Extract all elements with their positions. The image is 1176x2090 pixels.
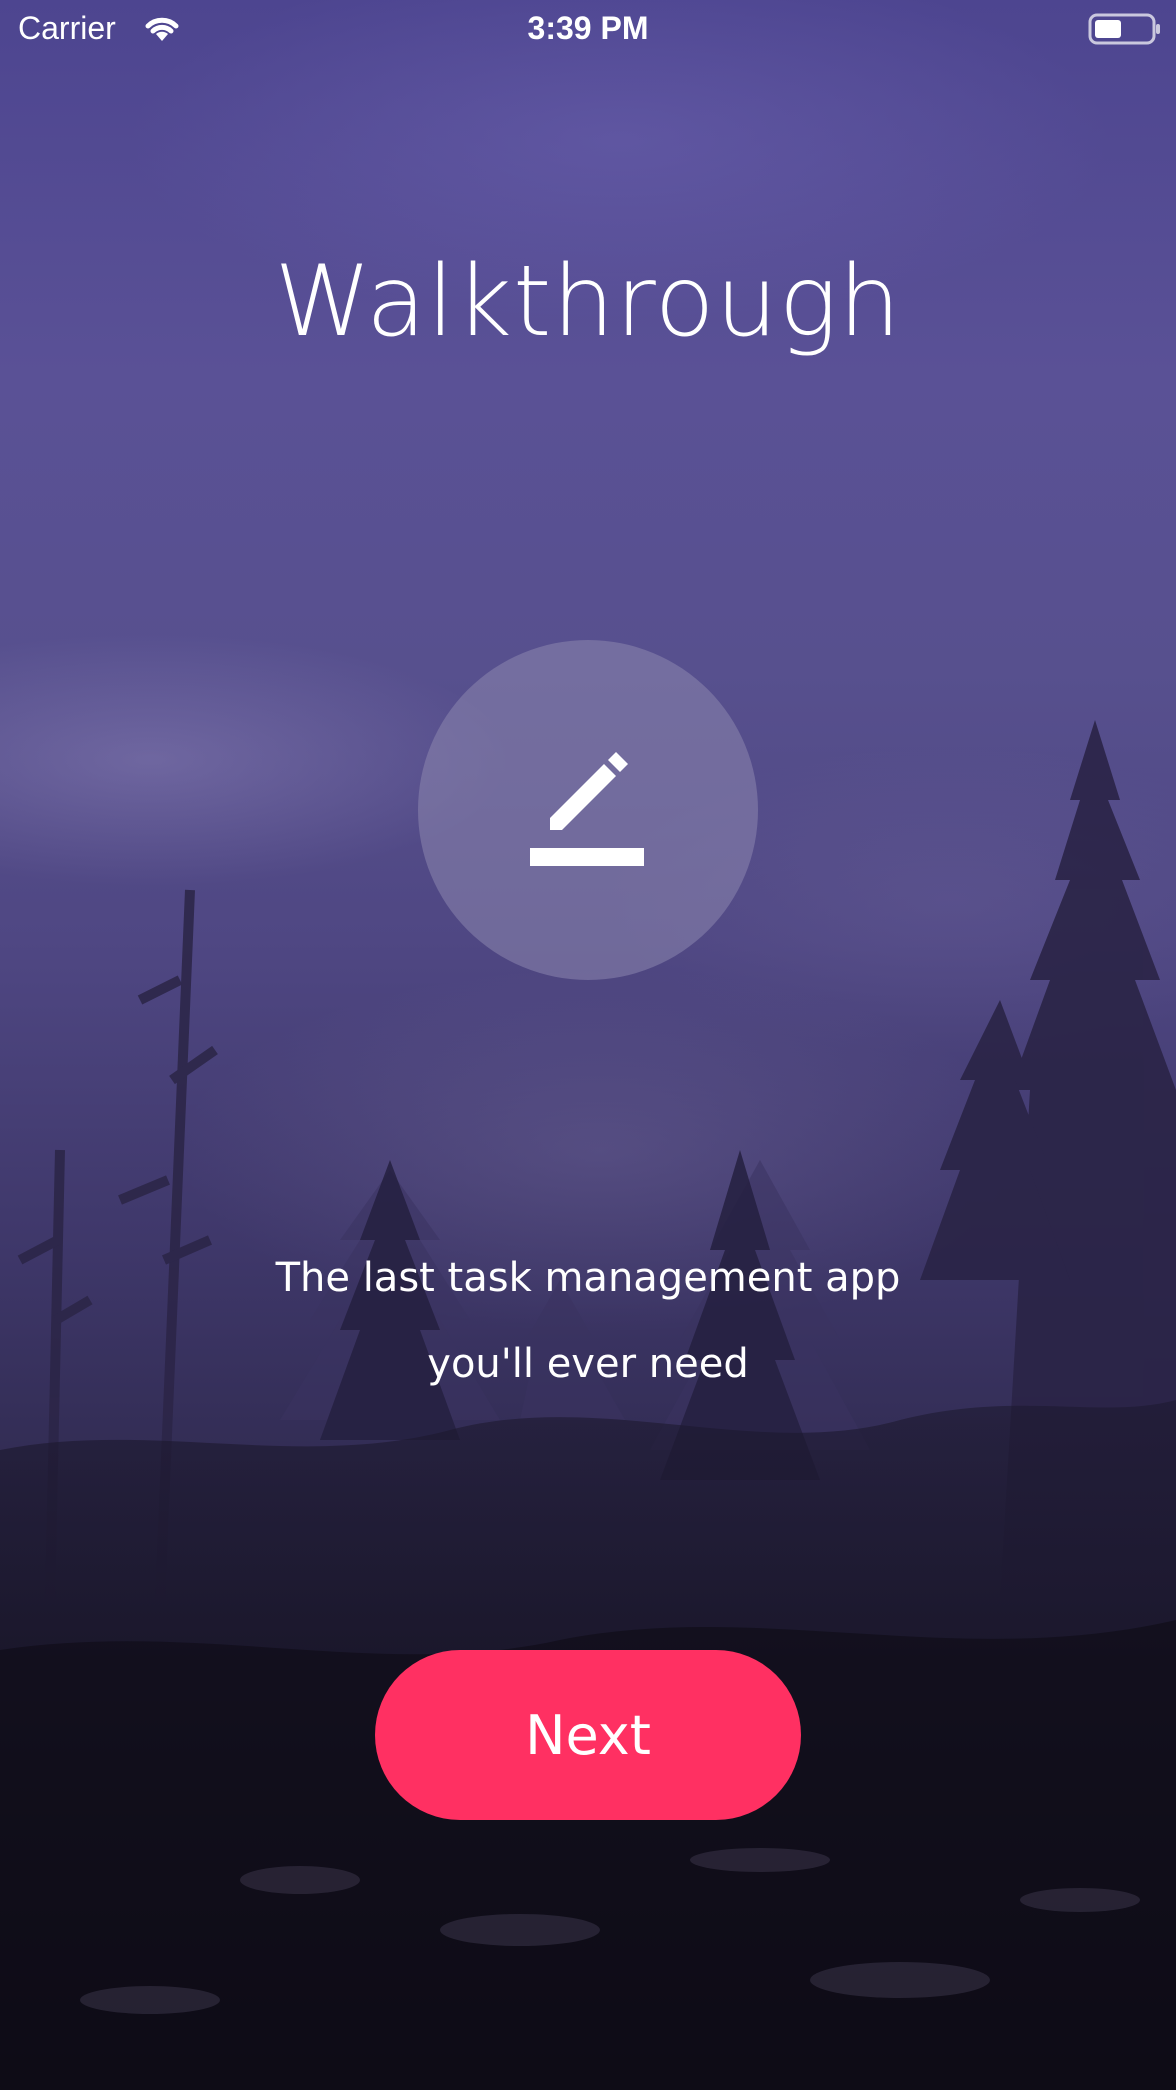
status-bar: Carrier 3:39 PM: [0, 0, 1176, 60]
walkthrough-description: The last task management app you'll ever…: [0, 1235, 1176, 1407]
next-button[interactable]: Next: [375, 1650, 801, 1820]
description-line-1: The last task management app: [275, 1255, 901, 1301]
description-line-2: you'll ever need: [427, 1341, 749, 1387]
battery-icon: [1088, 13, 1160, 45]
walkthrough-screen: Carrier 3:39 PM Walkthrough The last tas…: [0, 0, 1176, 2090]
clock-time: 3:39 PM: [527, 10, 649, 46]
edit-pencil-icon: [530, 752, 644, 866]
page-title: Walkthrough: [274, 245, 902, 359]
